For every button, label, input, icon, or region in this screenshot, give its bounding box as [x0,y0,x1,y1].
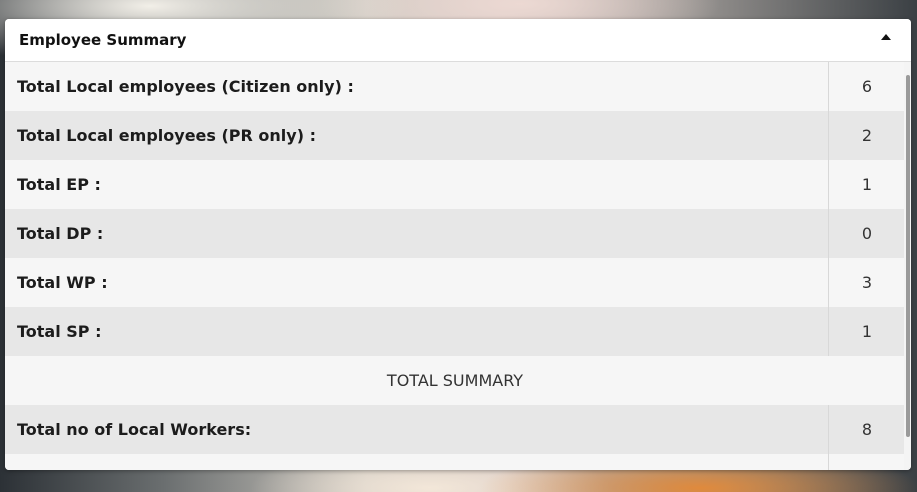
row-label: Total WP : [5,258,829,307]
summary-table: Total Local employees (Citizen only) : 6… [5,62,911,470]
row-value [829,454,905,470]
table-row: Total DP : 0 [5,209,905,258]
row-value: 1 [861,322,873,341]
scrollbar-thumb[interactable] [906,75,910,437]
table-row: Total no of Local Workers: 8 [5,405,905,454]
table-row: Total SP : 1 [5,307,905,356]
row-value: 2 [861,126,873,145]
table-row [5,454,905,470]
table-row: Total Local employees (PR only) : 2 [5,111,905,160]
row-value: 0 [861,224,873,243]
row-label [5,454,829,470]
summary-heading: TOTAL SUMMARY [5,356,905,405]
row-value: 8 [861,420,873,439]
row-label: Total Local employees (Citizen only) : [5,62,829,111]
row-label: Total DP : [5,209,829,258]
row-label: Total no of Local Workers: [5,405,829,454]
row-label: Total EP : [5,160,829,209]
panel-title: Employee Summary [19,31,187,49]
table-row: Total EP : 1 [5,160,905,209]
employee-summary-panel: Employee Summary Total Local employees (… [5,19,911,470]
table-row: Total Local employees (Citizen only) : 6 [5,62,905,111]
collapse-caret-icon[interactable] [881,34,891,40]
panel-header[interactable]: Employee Summary [5,19,911,62]
row-value: 3 [861,273,873,292]
row-label: Total Local employees (PR only) : [5,111,829,160]
row-value: 6 [861,77,873,96]
row-label: Total SP : [5,307,829,356]
row-value: 1 [861,175,873,194]
table-row: Total WP : 3 [5,258,905,307]
